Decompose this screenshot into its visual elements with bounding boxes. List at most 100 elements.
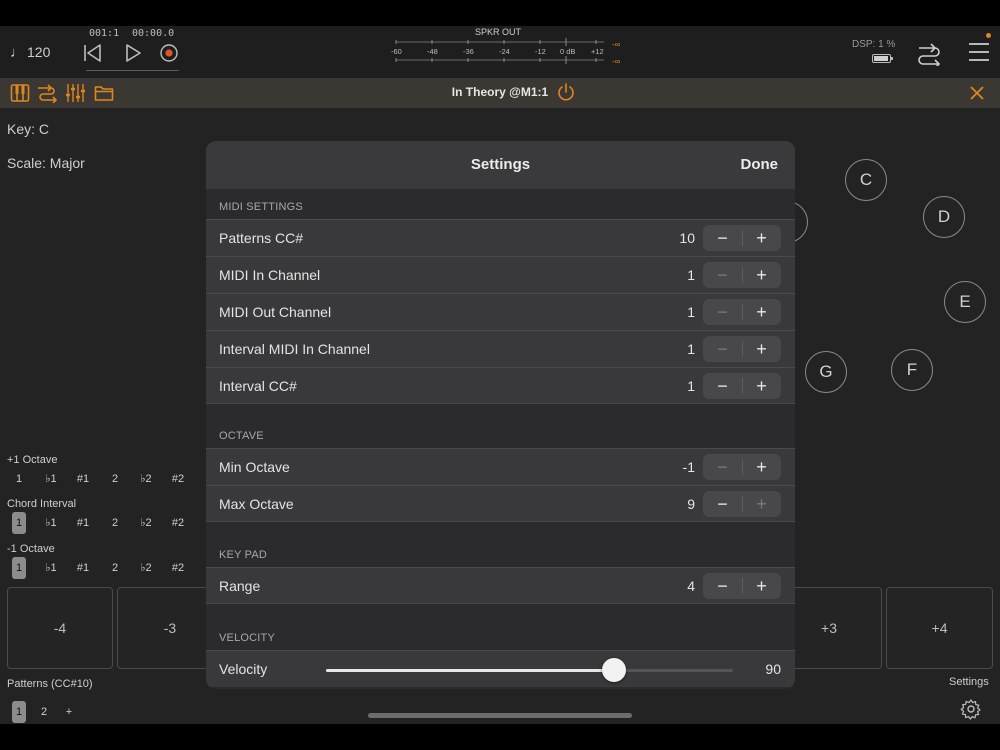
interval-button[interactable]: ♭1 — [40, 557, 62, 579]
note-circle-c[interactable]: C — [845, 159, 887, 201]
section-label-velocity: VELOCITY — [219, 632, 276, 644]
setting-value: 1 — [687, 304, 695, 320]
row-label-plus-octave: +1 Octave — [7, 454, 58, 466]
increment-button[interactable]: + — [742, 225, 781, 251]
interval-button[interactable]: #1 — [72, 468, 94, 490]
interval-row-chord: 1 ♭1 #1 2 ♭2 #2 — [7, 512, 207, 534]
setting-row-velocity: Velocity 90 — [206, 650, 795, 687]
menu-icon[interactable] — [968, 42, 990, 62]
transport-bar: ♩ 120 001:1 00:00.0 SPKR OUT -60 -48 -36 … — [0, 26, 1000, 78]
interval-button[interactable]: ♭1 — [40, 468, 62, 490]
add-pattern-button[interactable]: + — [62, 701, 76, 723]
keyboard-button[interactable] — [10, 83, 30, 103]
interval-button[interactable]: 2 — [104, 512, 126, 534]
bar-counter: 001:1 — [89, 28, 120, 39]
interval-button[interactable]: 1 — [8, 468, 30, 490]
interval-button[interactable]: 2 — [104, 468, 126, 490]
increment-button[interactable]: + — [742, 262, 781, 288]
record-icon — [160, 44, 178, 62]
decrement-button[interactable]: − — [703, 573, 742, 599]
section-label-octave: OCTAVE — [219, 430, 264, 442]
files-button[interactable] — [94, 83, 114, 103]
pad-plus-4[interactable]: +4 — [886, 587, 993, 669]
interval-button[interactable]: ♭2 — [135, 512, 157, 534]
pattern-tab-selected[interactable]: 1 — [12, 701, 26, 723]
music-note-icon: ♩ — [10, 44, 25, 61]
meter-tick-label: -60 — [391, 47, 402, 56]
interval-row-plus-octave: 1 ♭1 #1 2 ♭2 #2 — [7, 468, 207, 490]
record-button[interactable] — [157, 42, 181, 64]
interval-button[interactable]: #2 — [167, 512, 189, 534]
interval-button[interactable]: #2 — [167, 468, 189, 490]
close-icon[interactable] — [968, 84, 986, 102]
routing-icon[interactable] — [916, 42, 942, 66]
plugin-title: In Theory @M1:1 — [451, 85, 549, 99]
decrement-button[interactable]: − — [703, 336, 742, 362]
interval-button[interactable]: 2 — [104, 557, 126, 579]
power-icon[interactable] — [556, 82, 576, 102]
increment-button[interactable]: + — [742, 491, 781, 517]
setting-row-midi-in: MIDI In Channel 1 − + — [206, 256, 795, 293]
home-indicator[interactable] — [368, 713, 632, 718]
meter-tick-label: -24 — [499, 47, 510, 56]
note-circle-g[interactable]: G — [805, 351, 847, 393]
pattern-tab[interactable]: 2 — [37, 701, 51, 723]
decrement-button[interactable]: − — [703, 373, 742, 399]
routing-button[interactable] — [37, 83, 58, 104]
setting-label: Interval MIDI In Channel — [219, 341, 370, 357]
settings-modal: Settings Done MIDI SETTINGS Patterns CC#… — [206, 141, 795, 689]
modal-title: Settings — [470, 156, 531, 173]
transport-divider — [86, 70, 179, 71]
velocity-slider[interactable] — [326, 658, 733, 682]
decrement-button[interactable]: − — [703, 491, 742, 517]
interval-button[interactable]: #1 — [72, 557, 94, 579]
decrement-button[interactable]: − — [703, 262, 742, 288]
interval-button[interactable]: #2 — [167, 557, 189, 579]
decrement-button[interactable]: − — [703, 225, 742, 251]
increment-button[interactable]: + — [742, 336, 781, 362]
done-button[interactable]: Done — [741, 156, 779, 173]
row-label-minus-octave: -1 Octave — [7, 543, 55, 555]
tempo-display[interactable]: ♩ 120 — [10, 44, 50, 61]
velocity-slider-thumb[interactable] — [602, 658, 627, 682]
increment-button[interactable]: + — [742, 299, 781, 325]
interval-button-selected[interactable]: 1 — [12, 557, 26, 579]
tempo-value: 120 — [27, 44, 51, 60]
modal-header: Settings Done — [206, 141, 795, 189]
interval-button-selected[interactable]: 1 — [12, 512, 26, 534]
increment-button[interactable]: + — [742, 373, 781, 399]
note-circle-e[interactable]: E — [944, 281, 986, 323]
note-circle-f[interactable]: F — [891, 349, 933, 391]
decrement-button[interactable]: − — [703, 299, 742, 325]
interval-button[interactable]: #1 — [72, 512, 94, 534]
bottom-strip — [0, 724, 1000, 750]
scale-label[interactable]: Scale: Major — [7, 155, 85, 171]
setting-label: Range — [219, 578, 261, 594]
interval-button[interactable]: ♭2 — [135, 557, 157, 579]
meter-tick-label: -12 — [535, 47, 546, 56]
key-label[interactable]: Key: C — [7, 121, 49, 137]
setting-row-min-octave: Min Octave -1 − + — [206, 448, 795, 485]
rewind-button[interactable] — [80, 42, 104, 64]
play-button[interactable] — [121, 42, 145, 64]
increment-button[interactable]: + — [742, 573, 781, 599]
interval-button[interactable]: ♭1 — [40, 512, 62, 534]
midi-in-stepper: − + — [703, 262, 781, 288]
gear-icon[interactable] — [960, 698, 982, 720]
meter-tick-label: -36 — [463, 47, 474, 56]
setting-row-max-octave: Max Octave 9 − + — [206, 485, 795, 522]
setting-value: 1 — [687, 267, 695, 283]
modal-body: MIDI SETTINGS Patterns CC# 10 − + MIDI I… — [206, 189, 795, 689]
setting-row-patterns-cc: Patterns CC# 10 − + — [206, 219, 795, 256]
interval-button[interactable]: ♭2 — [135, 468, 157, 490]
routing-icon — [38, 84, 58, 104]
meter-tick-label: 0 dB — [560, 47, 576, 56]
increment-button[interactable]: + — [742, 454, 781, 480]
pad-minus-4[interactable]: -4 — [7, 587, 113, 669]
note-circle-d[interactable]: D — [923, 196, 965, 238]
setting-value: 9 — [687, 496, 695, 512]
setting-value: 1 — [687, 378, 695, 394]
mixer-button[interactable] — [65, 83, 85, 103]
decrement-button[interactable]: − — [703, 454, 742, 480]
setting-label: Min Octave — [219, 459, 290, 475]
